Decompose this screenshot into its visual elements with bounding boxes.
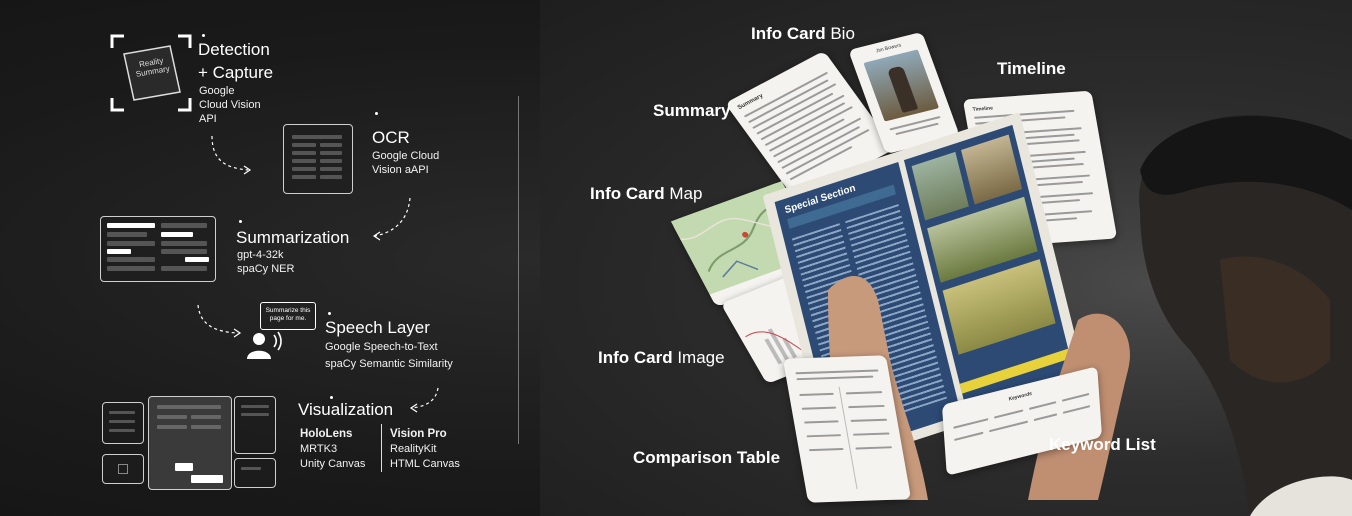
visionpro-label: Vision Pro — [390, 428, 447, 440]
label-info-card-map: Info Card Map — [590, 184, 703, 203]
visionpro-line2: HTML Canvas — [390, 458, 460, 470]
bullet-dot — [330, 396, 333, 399]
label-info-card-bio: Info Card Bio — [751, 24, 855, 43]
hololens-line1: MRTK3 — [300, 443, 338, 455]
summarization-sub1: gpt-4-32k — [237, 249, 284, 261]
summarization-sub2: spaCy NER — [237, 263, 295, 275]
platform-divider — [381, 424, 382, 472]
summarization-title: Summarization — [236, 228, 350, 247]
label-summary: Summary — [653, 101, 731, 120]
ocr-sub2: Vision aAPI — [372, 164, 429, 176]
ocr-wireframe — [283, 124, 353, 194]
bio-person-name: Jim Bowers — [875, 42, 903, 55]
timeline-card-title: Timeline — [972, 105, 994, 113]
speech-bubble: Summarize this page for me. — [260, 302, 316, 330]
label-comparison-table: Comparison Table — [633, 448, 781, 467]
visualization-wireframe — [100, 394, 280, 490]
speech-sub1: Google Speech-to-Text — [325, 341, 438, 353]
visualization-title: Visualization — [298, 400, 394, 419]
section-divider — [518, 96, 519, 444]
speech-sub2: spaCy Semantic Similarity — [325, 358, 453, 370]
label-keyword-list: Keyword List — [1049, 435, 1156, 454]
summarization-wireframe — [100, 216, 216, 282]
speech-title: Speech Layer — [325, 318, 430, 337]
keyword-card-title: Keywords — [1008, 390, 1033, 403]
visionpro-line1: RealityKit — [390, 443, 437, 455]
bullet-dot — [239, 220, 242, 223]
ocr-title: OCR — [372, 128, 410, 147]
hololens-label: HoloLens — [300, 428, 353, 440]
bullet-dot — [328, 312, 331, 315]
bullet-dot — [375, 112, 378, 115]
ocr-sub1: Google Cloud — [372, 150, 440, 162]
bio-photo — [863, 49, 940, 122]
label-info-card-image: Info Card Image — [598, 348, 725, 367]
pipeline-figure: Reality Summary Detection + Capture Goog… — [0, 0, 1352, 516]
speaker-person-icon — [244, 330, 284, 360]
label-timeline: Timeline — [997, 59, 1066, 78]
hololens-line2: Unity Canvas — [300, 458, 366, 470]
